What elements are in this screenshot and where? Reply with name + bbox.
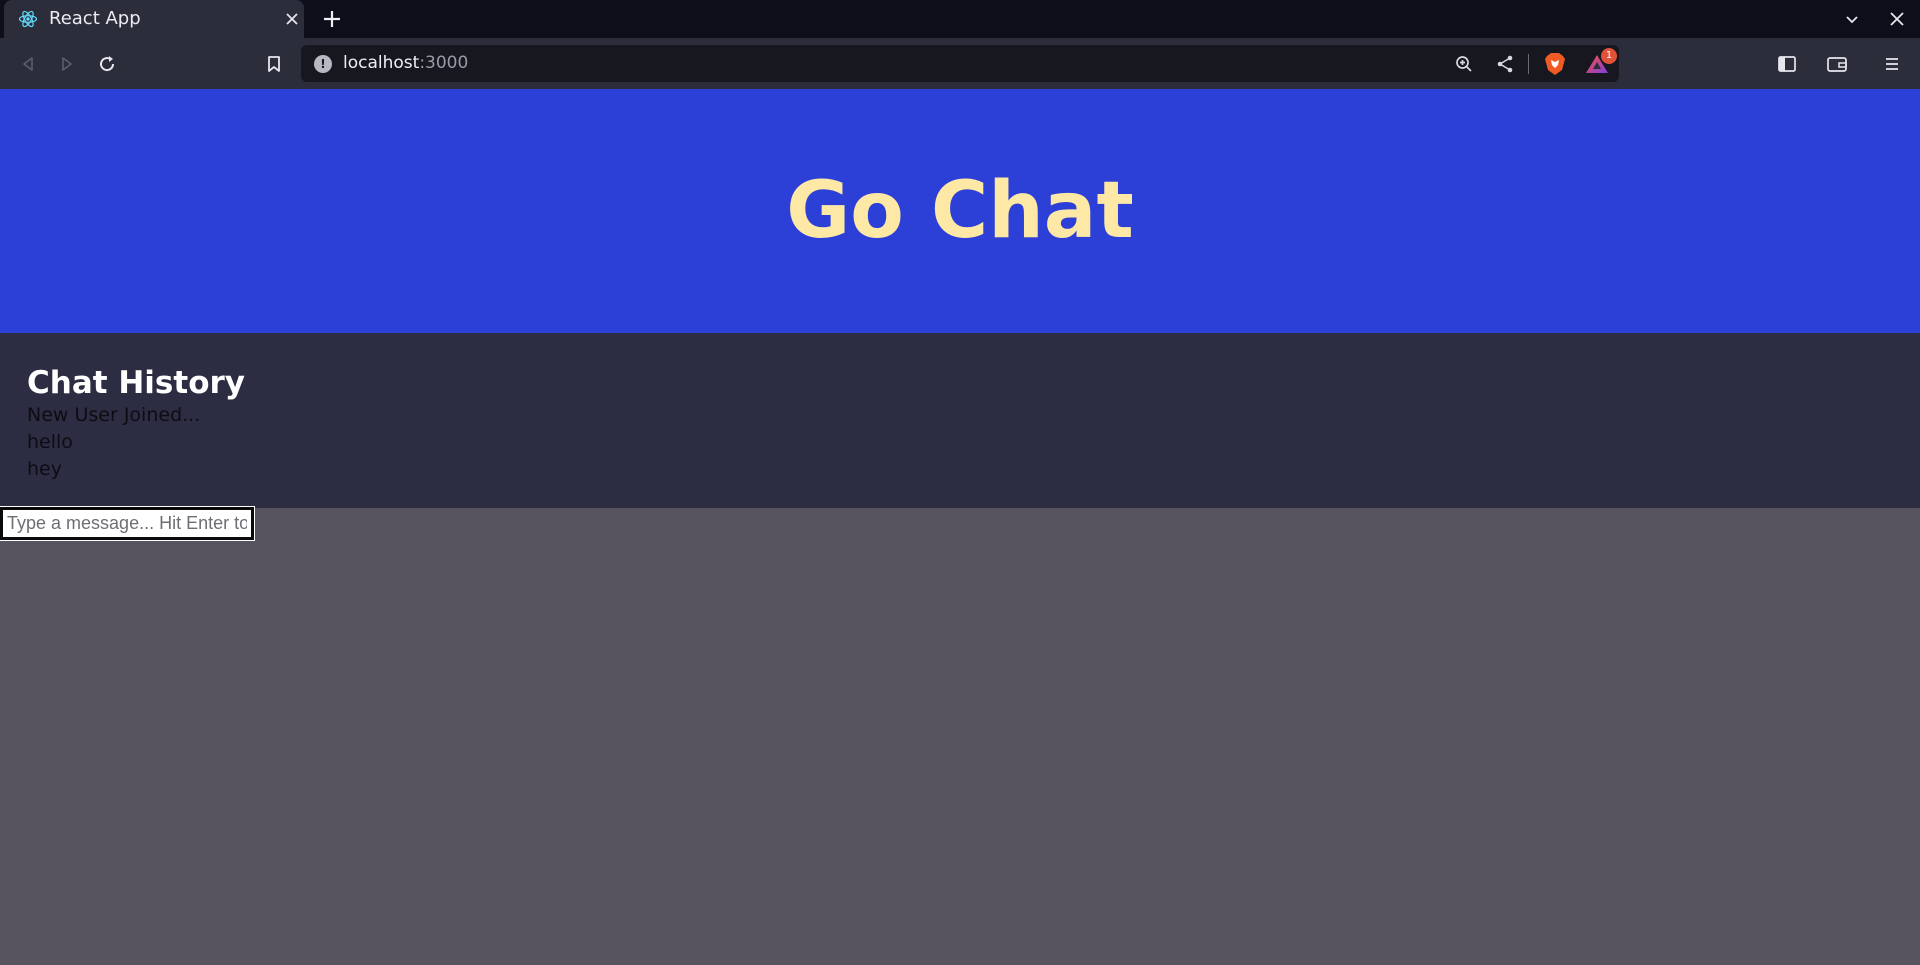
- rewards-badge: 1: [1601, 48, 1617, 64]
- reload-icon: [100, 56, 115, 72]
- chat-message: hey: [27, 458, 62, 480]
- tab-title: React App: [49, 8, 141, 29]
- new-tab-button[interactable]: [320, 7, 344, 31]
- close-icon: [1890, 12, 1904, 26]
- address-bar-divider: [1528, 54, 1529, 74]
- window-close-button[interactable]: [1885, 7, 1909, 31]
- browser-tab[interactable]: React App: [4, 0, 304, 38]
- hamburger-menu-icon: [1886, 58, 1898, 70]
- url-port: :3000: [419, 53, 469, 73]
- tab-close-button[interactable]: [282, 9, 302, 29]
- chat-history-title: Chat History: [27, 365, 245, 401]
- browser-toolbar: ! localhost:3000 1: [0, 38, 1920, 89]
- tab-strip: React App: [0, 0, 1920, 38]
- share-button[interactable]: [1492, 51, 1518, 77]
- tab-search-button[interactable]: [1840, 7, 1864, 31]
- zoom-in-icon: [1456, 56, 1472, 72]
- react-atom-icon: [18, 10, 38, 28]
- back-arrow-icon: [23, 57, 33, 71]
- site-info-icon[interactable]: !: [314, 55, 332, 73]
- url-host: localhost: [343, 53, 420, 73]
- sidebar-toggle-button[interactable]: [1773, 50, 1801, 78]
- back-button[interactable]: [14, 50, 42, 78]
- app-title: Go Chat: [786, 166, 1134, 256]
- sidebar-icon: [1778, 56, 1796, 72]
- url-text[interactable]: localhost:3000: [343, 53, 468, 74]
- zoom-button[interactable]: [1451, 51, 1477, 77]
- address-bar[interactable]: ! localhost:3000 1: [301, 45, 1619, 82]
- forward-arrow-icon: [62, 57, 72, 71]
- chat-message: New User Joined...: [27, 404, 201, 426]
- wallet-icon: [1827, 57, 1847, 72]
- menu-button[interactable]: [1878, 50, 1906, 78]
- chat-history-panel: Chat History New User Joined... hello he…: [0, 333, 1920, 508]
- app-header: Go Chat: [0, 89, 1920, 333]
- page-viewport: Go Chat Chat History New User Joined... …: [0, 89, 1920, 965]
- bookmark-icon: [268, 56, 280, 72]
- message-input[interactable]: [0, 506, 255, 541]
- forward-button[interactable]: [53, 50, 81, 78]
- plus-icon: [324, 11, 340, 27]
- chevron-down-icon: [1846, 16, 1858, 24]
- wallet-button[interactable]: [1823, 50, 1851, 78]
- brave-shields-button[interactable]: [1542, 51, 1568, 77]
- brave-lion-icon: [1545, 53, 1565, 75]
- close-icon: [286, 13, 298, 25]
- reload-button[interactable]: [93, 50, 121, 78]
- chat-message: hello: [27, 431, 73, 453]
- share-icon: [1497, 55, 1513, 73]
- bookmark-button[interactable]: [260, 50, 288, 78]
